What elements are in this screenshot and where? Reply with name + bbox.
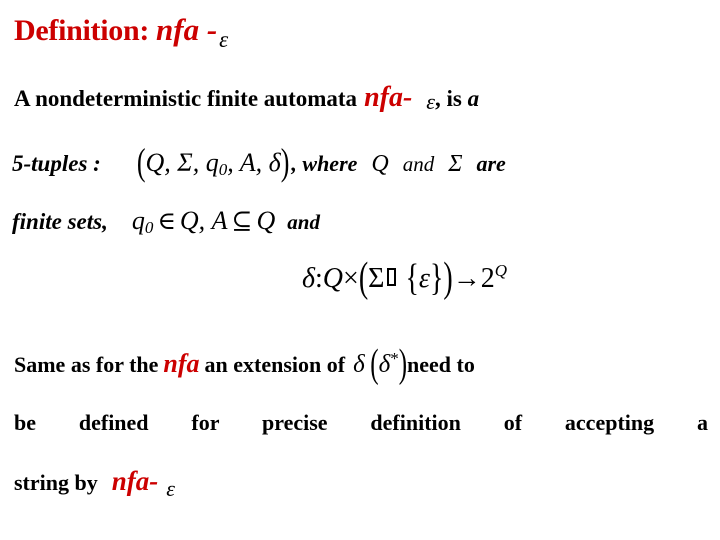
definition-intro-nfa-label: nfa- <box>364 82 413 113</box>
extension-line: Same as for the nfa an extension of δ (δ*)n… <box>14 345 475 385</box>
formula-power-set-exponent: Q <box>494 261 508 280</box>
formula-missing-glyph-box <box>387 268 397 286</box>
formula-epsilon: ε <box>418 263 430 294</box>
finite-sets-expression: q0 ∈ Q, A ⊆ Q <box>131 206 276 237</box>
formula-close-brace: } <box>429 257 444 300</box>
element-of-symbol: ∈ <box>157 208 176 235</box>
formula-cross-product-symbol: × <box>343 263 359 294</box>
formula-delta: δ <box>302 263 316 294</box>
five-tuples-are-text: are <box>476 151 506 176</box>
definition-intro-tail: , is <box>434 86 462 111</box>
definition-intro-article: a <box>467 86 480 111</box>
formula-open-brace: { <box>405 257 419 300</box>
five-tuples-label: 5-tuples : <box>12 151 101 176</box>
tuple-close-paren: ) <box>280 141 290 184</box>
title-epsilon-symbol: ε <box>219 27 229 52</box>
accepting-set-a: A <box>211 206 228 235</box>
subset-of-symbol: ⊆ <box>231 208 253 235</box>
extension-nfa-label: nfa <box>163 349 200 378</box>
extension-lead-text: Same as for the <box>14 352 159 377</box>
string-by-line: string by nfa-ε <box>14 466 175 500</box>
tuple-members-head: Q, Σ, q <box>145 148 219 177</box>
five-tuples-expression: (Q, Σ, q0, A, δ) <box>137 143 290 181</box>
extension-tail-text: need to <box>407 352 475 377</box>
formula-arrow: → <box>452 263 481 294</box>
finite-sets-and-text: and <box>287 210 320 234</box>
start-state-q: q <box>131 206 145 235</box>
definition-intro-lead: A nondeterministic finite automata <box>14 86 358 111</box>
start-state-subscript: 0 <box>144 218 154 237</box>
tuple-q0-subscript: 0 <box>218 160 228 179</box>
string-by-nfa-label: nfa- <box>111 466 159 496</box>
slide-title: Definition: nfa -ε <box>14 12 228 51</box>
extension-close-paren: ) <box>398 342 408 387</box>
slide-canvas: Definition: nfa -ε A nondeterministic fin… <box>0 0 720 540</box>
symbol-sigma: Σ <box>448 151 463 177</box>
formula-close-paren: ) <box>443 255 453 302</box>
five-tuples-line: 5-tuples : (Q, Σ, q0, A, δ), where Qand Σar… <box>12 143 506 181</box>
symbol-q: Q <box>371 151 389 177</box>
tuple-members-tail: , A, δ <box>227 148 281 177</box>
title-definition-label: Definition: <box>14 14 150 47</box>
formula-colon: : <box>315 263 323 294</box>
tuple-open-paren: ( <box>136 141 146 184</box>
state-set-q: Q, <box>179 206 206 235</box>
title-nfa-label: nfa - <box>156 12 218 47</box>
formula-power-set-base: 2 <box>480 263 495 294</box>
string-by-epsilon-symbol: ε <box>166 476 175 501</box>
extension-open-paren: ( <box>370 342 379 387</box>
five-tuples-and-text: and <box>402 152 435 176</box>
string-by-lead-text: string by <box>14 470 98 495</box>
finite-sets-label: finite sets, <box>12 209 108 234</box>
extension-delta-symbol: δ <box>353 351 365 378</box>
extension-delta-star-symbol: δ <box>378 351 391 378</box>
definition-intro-epsilon: ε <box>426 89 435 114</box>
formula-open-paren: ( <box>358 255 369 302</box>
formula-sigma: Σ <box>368 263 385 294</box>
accepting-definition-line: be defined for precise definition of acc… <box>14 410 708 435</box>
finite-sets-line: finite sets, q0 ∈ Q, A ⊆ Qand <box>12 206 320 237</box>
extension-star-superscript: * <box>390 349 399 368</box>
transition-function-formula: δ:Q×(Σ {ε})→2Q <box>302 257 508 299</box>
definition-intro-line: A nondeterministic finite automata nfa-ε,… <box>14 82 480 114</box>
state-set-q-2: Q <box>256 206 276 235</box>
formula-domain-q: Q <box>322 263 344 294</box>
extension-mid-text: an extension of <box>204 352 346 377</box>
five-tuples-where-text: , where <box>291 151 358 176</box>
